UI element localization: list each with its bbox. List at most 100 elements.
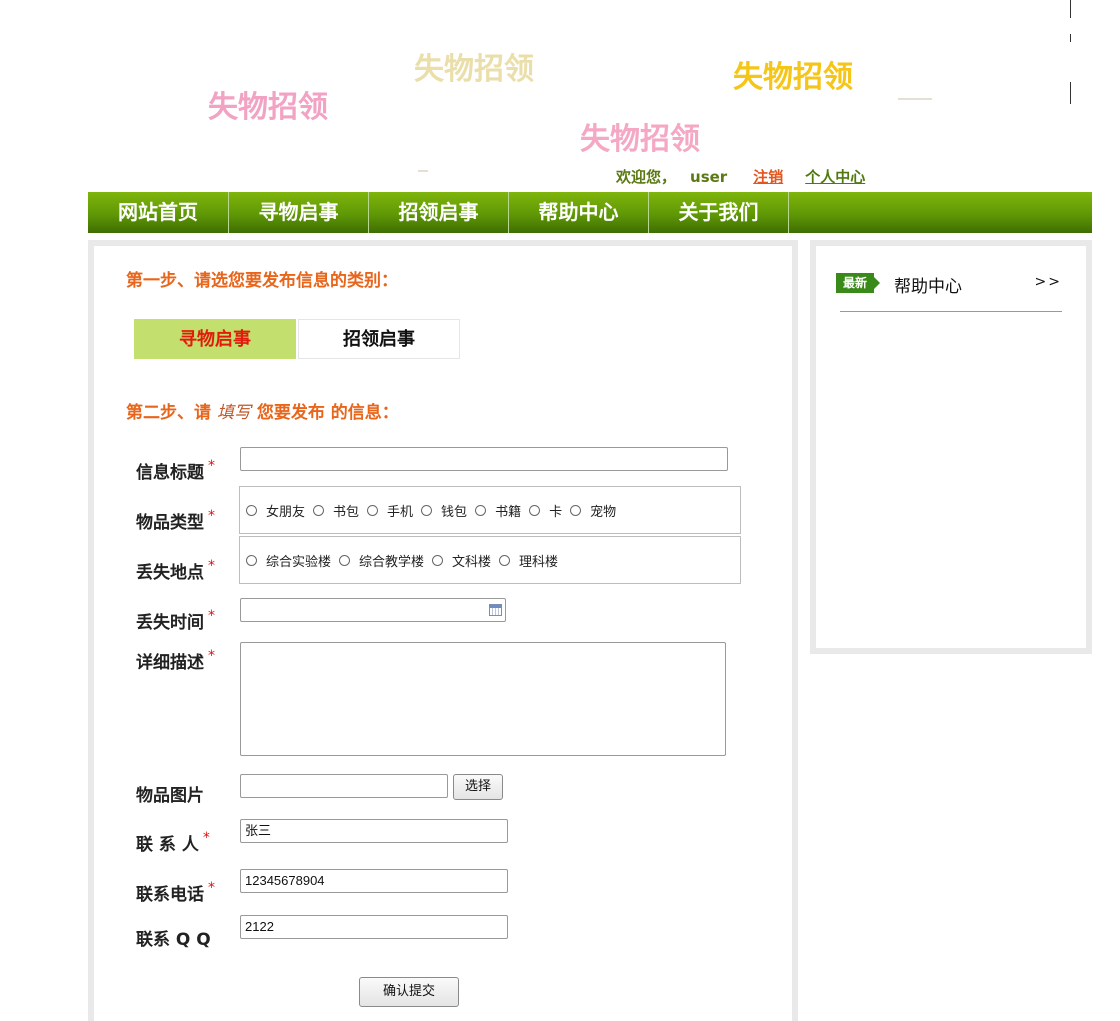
banner-edge	[1070, 34, 1071, 42]
banner-edge	[1070, 82, 1071, 104]
radio-circle-icon	[421, 504, 433, 516]
radio-circle-icon	[570, 504, 582, 516]
side-divider	[840, 311, 1062, 312]
radio-circle-icon	[529, 504, 541, 516]
lost-place-option-label: 文科楼	[452, 554, 492, 570]
item-type-option[interactable]: 书包	[313, 501, 359, 520]
lost-place-option-label: 综合教学楼	[359, 554, 425, 570]
qq-input[interactable]: 2122	[240, 915, 508, 939]
item-type-option[interactable]: 手机	[367, 501, 413, 520]
step1-title: 第一步、请选您要发布信息的类别：	[126, 271, 398, 291]
lost-time-input[interactable]	[240, 598, 506, 622]
lost-place-option-label: 理科楼	[519, 554, 559, 570]
radio-circle-icon	[367, 504, 379, 516]
item-type-option-label: 书包	[333, 504, 360, 520]
personal-center-link[interactable]: 个人中心	[805, 168, 865, 186]
lost-place-label: 丢失地点 *	[136, 558, 215, 583]
title-label: 信息标题 *	[136, 458, 215, 483]
banner-word: 失物招领	[733, 60, 853, 95]
side-header: 最新 帮助中心 >>	[836, 266, 1066, 300]
banner-word: 失物招领	[580, 122, 700, 157]
required-mark: *	[208, 880, 215, 896]
calendar-icon[interactable]	[489, 604, 502, 616]
item-type-label: 物品类型 *	[136, 508, 215, 533]
step2-title: 第二步、请 填写 您要发布 的信息：	[126, 398, 399, 423]
item-type-label-text: 物品类型	[136, 513, 204, 533]
required-mark: *	[208, 608, 215, 624]
image-path-input[interactable]	[240, 774, 448, 798]
user-bar: 欢迎您， user 注销 个人中心	[616, 166, 865, 187]
more-link[interactable]: >>	[1035, 274, 1062, 290]
radio-circle-icon	[432, 554, 444, 566]
description-textarea[interactable]	[240, 642, 726, 756]
step2-suffix: 您要发布 的信息：	[256, 403, 399, 423]
username: user	[690, 168, 728, 186]
side-title: 帮助中心	[894, 277, 962, 297]
title-label-text: 信息标题	[136, 463, 204, 483]
banner: 失物招领 失物招领 失物招领 失物招领	[88, 0, 1092, 192]
nav-home[interactable]: 网站首页	[88, 192, 229, 233]
item-type-option[interactable]: 卡	[529, 501, 562, 520]
item-type-option[interactable]: 书籍	[475, 501, 521, 520]
item-type-option-label: 手机	[387, 504, 414, 520]
phone-label: 联系电话 *	[136, 880, 215, 905]
lost-place-radio-group: 综合实验楼 综合教学楼 文科楼 理科楼	[239, 536, 741, 584]
lost-place-option[interactable]: 理科楼	[499, 551, 558, 570]
contact-input[interactable]: 张三	[240, 819, 508, 843]
qq-label: 联系 Q Q	[136, 930, 211, 950]
item-type-radio-group: 女朋友 书包 手机 钱包 书籍 卡 宠物	[239, 486, 741, 534]
main-nav: 网站首页 寻物启事 招领启事 帮助中心 关于我们	[88, 192, 1092, 233]
radio-circle-icon	[339, 554, 351, 566]
lost-place-option-label: 综合实验楼	[266, 554, 332, 570]
radio-circle-icon	[475, 504, 487, 516]
contact-label-text: 联 系 人	[136, 835, 199, 855]
banner-edge	[1070, 0, 1071, 18]
radio-circle-icon	[499, 554, 511, 566]
tab-found-notice[interactable]: 招领启事	[298, 319, 460, 359]
lost-time-label: 丢失时间 *	[136, 608, 215, 633]
required-mark: *	[208, 558, 215, 574]
help-side-panel: 最新 帮助中心 >>	[810, 240, 1092, 654]
lost-time-label-text: 丢失时间	[136, 613, 204, 633]
logout-link[interactable]: 注销	[753, 168, 783, 186]
required-mark: *	[208, 508, 215, 524]
item-type-option[interactable]: 钱包	[421, 501, 467, 520]
phone-label-text: 联系电话	[136, 885, 204, 905]
required-mark: *	[202, 830, 210, 846]
lost-place-option[interactable]: 文科楼	[432, 551, 491, 570]
nav-about-us[interactable]: 关于我们	[649, 192, 789, 233]
title-input[interactable]	[240, 447, 728, 471]
description-label: 详细描述 *	[136, 648, 215, 673]
item-type-option[interactable]: 女朋友	[246, 501, 305, 520]
new-badge: 最新	[836, 273, 880, 293]
tab-lost-notice[interactable]: 寻物启事	[134, 319, 296, 359]
submit-button[interactable]: 确认提交	[359, 977, 459, 1007]
step2-prefix: 第二步、请	[126, 403, 211, 423]
item-type-option[interactable]: 宠物	[570, 501, 616, 520]
item-type-option-label: 卡	[549, 504, 563, 520]
radio-circle-icon	[313, 504, 325, 516]
category-tabs: 寻物启事 招领启事	[134, 319, 460, 359]
item-type-option-label: 女朋友	[266, 504, 306, 520]
nav-help-center[interactable]: 帮助中心	[509, 192, 649, 233]
contact-label: 联 系 人 *	[136, 830, 210, 855]
banner-smudge	[418, 170, 428, 172]
banner-smudge	[898, 98, 932, 100]
item-type-option-label: 钱包	[441, 504, 468, 520]
nav-found-notice[interactable]: 招领启事	[369, 192, 509, 233]
page: 失物招领 失物招领 失物招领 失物招领 欢迎您， user 注销 个人中心 网站首页 …	[0, 0, 1120, 1021]
radio-circle-icon	[246, 554, 257, 566]
lost-place-option[interactable]: 综合教学楼	[339, 551, 424, 570]
nav-lost-notice[interactable]: 寻物启事	[229, 192, 369, 233]
choose-file-button[interactable]: 选择	[453, 774, 503, 800]
step2-cursive: 填写	[216, 403, 251, 423]
item-type-option-label: 宠物	[590, 504, 617, 520]
phone-input[interactable]: 12345678904	[240, 869, 508, 893]
lost-place-label-text: 丢失地点	[136, 563, 204, 583]
welcome-text: 欢迎您，	[616, 168, 677, 186]
description-label-text: 详细描述	[136, 653, 204, 673]
item-type-option-label: 书籍	[495, 504, 522, 520]
required-mark: *	[208, 458, 215, 474]
lost-place-option[interactable]: 综合实验楼	[246, 551, 331, 570]
required-mark: *	[208, 648, 215, 664]
